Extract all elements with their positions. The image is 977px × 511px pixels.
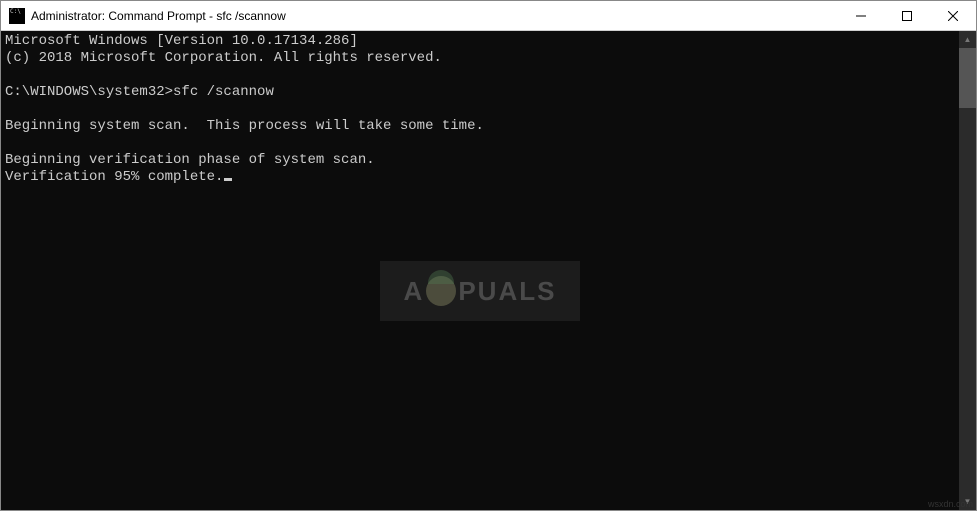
prompt-line: C:\WINDOWS\system32>sfc /scannow — [5, 84, 274, 100]
close-button[interactable] — [930, 1, 976, 30]
command-prompt-window: Administrator: Command Prompt - sfc /sca… — [0, 0, 977, 511]
scroll-up-arrow-icon[interactable]: ▲ — [959, 31, 976, 48]
watermark-face-icon — [426, 276, 456, 306]
cmd-icon — [9, 8, 25, 24]
watermark-text-left: A — [404, 283, 425, 300]
window-controls — [838, 1, 976, 30]
maximize-button[interactable] — [884, 1, 930, 30]
output-line: Beginning system scan. This process will… — [5, 118, 484, 134]
vertical-scrollbar[interactable]: ▲ ▼ — [959, 31, 976, 510]
scroll-thumb[interactable] — [959, 48, 976, 108]
titlebar[interactable]: Administrator: Command Prompt - sfc /sca… — [1, 1, 976, 31]
watermark-overlay: A PUALS — [380, 261, 580, 321]
text-cursor — [224, 178, 232, 181]
output-line: Beginning verification phase of system s… — [5, 152, 375, 168]
output-line: Microsoft Windows [Version 10.0.17134.28… — [5, 33, 358, 49]
watermark-text-right: PUALS — [458, 283, 556, 300]
window-title: Administrator: Command Prompt - sfc /sca… — [31, 9, 838, 23]
output-line: Verification 95% complete. — [5, 169, 223, 185]
console-output[interactable]: Microsoft Windows [Version 10.0.17134.28… — [1, 31, 959, 510]
minimize-button[interactable] — [838, 1, 884, 30]
console-area: Microsoft Windows [Version 10.0.17134.28… — [1, 31, 976, 510]
output-line: (c) 2018 Microsoft Corporation. All righ… — [5, 50, 442, 66]
source-label: wsxdn.com — [928, 499, 973, 509]
